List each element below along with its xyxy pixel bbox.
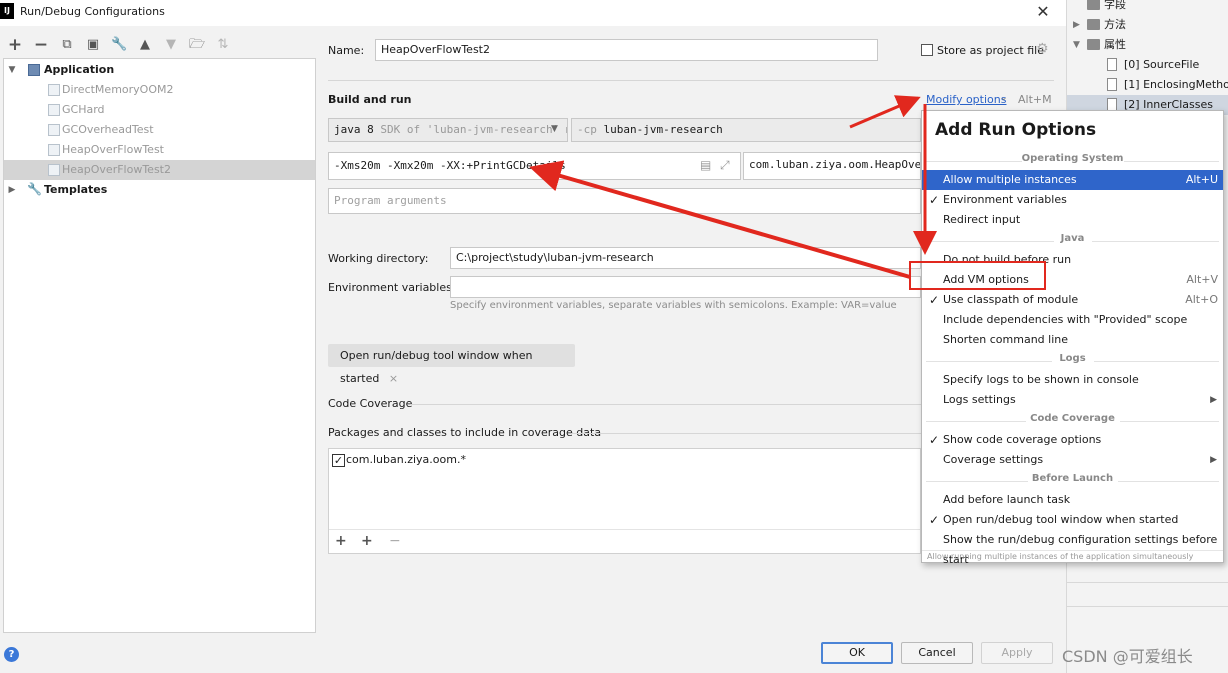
watermark: CSDN @可爱组长	[1062, 647, 1193, 666]
arrow-to-vm-field	[529, 160, 911, 279]
arrow-to-modify-options	[849, 95, 921, 129]
annotation-arrows	[529, 95, 937, 279]
